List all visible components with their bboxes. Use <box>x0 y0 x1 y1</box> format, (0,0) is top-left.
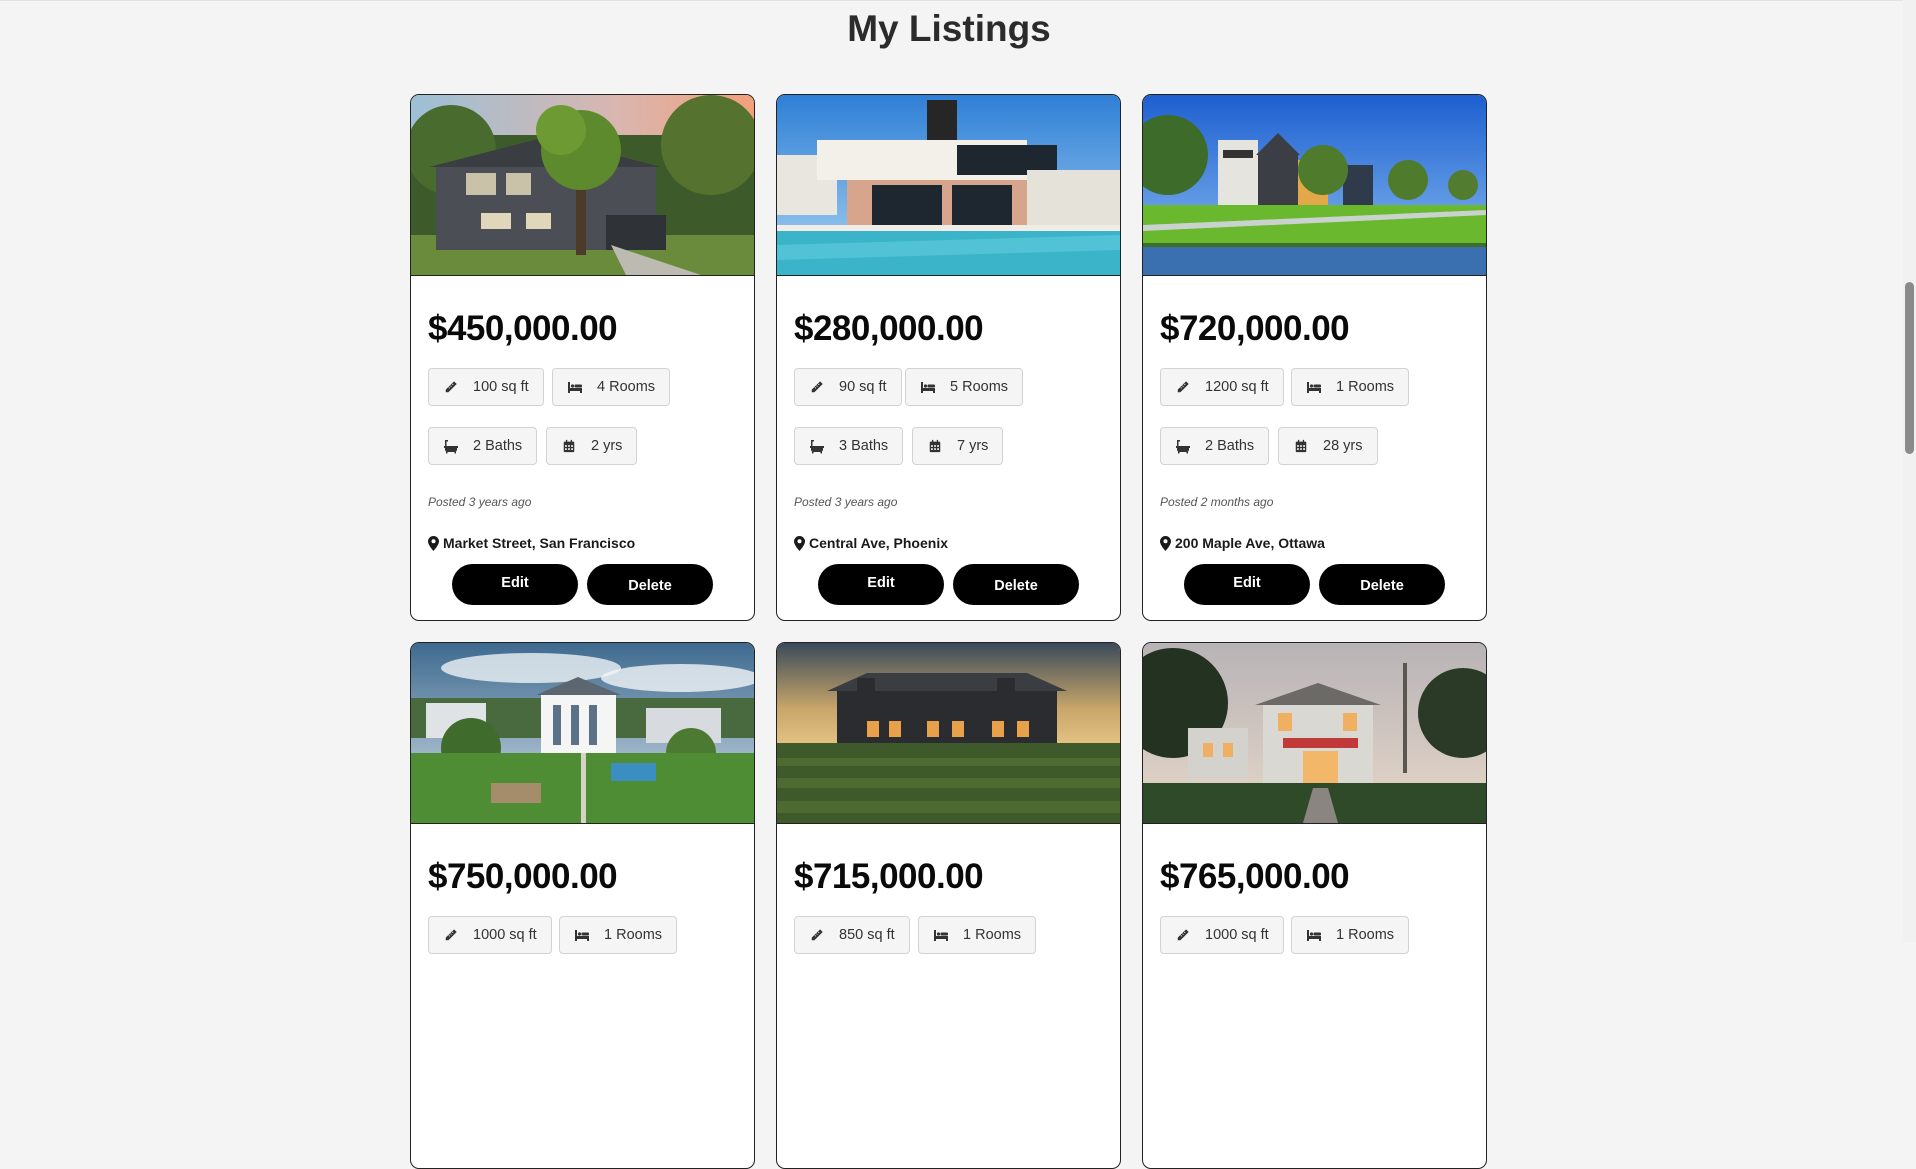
listing-image <box>1143 643 1486 824</box>
area-chip: 1000 sq ft <box>428 916 552 954</box>
edit-button[interactable]: Edit <box>452 564 578 605</box>
ruler-icon <box>809 927 825 943</box>
rooms-chip: 4 Rooms <box>552 368 671 406</box>
scrollbar-track[interactable] <box>1903 0 1916 942</box>
map-pin-icon <box>428 536 439 551</box>
listing-location: Market Street, San Francisco <box>428 535 635 551</box>
listing-card: $715,000.00 850 sq ft 1 Rooms <box>776 642 1121 1169</box>
bed-icon <box>574 927 590 943</box>
baths-chip: 2 Baths <box>428 427 538 465</box>
listing-card: $750,000.00 1000 sq ft 1 Rooms <box>410 642 755 1169</box>
area-value: 1000 sq ft <box>473 927 537 943</box>
area-value: 100 sq ft <box>473 379 529 395</box>
baths-value: 3 Baths <box>839 438 889 454</box>
area-value: 1200 sq ft <box>1205 379 1269 395</box>
area-chip: 100 sq ft <box>428 368 544 406</box>
ruler-icon <box>443 379 459 395</box>
listing-price: $750,000.00 <box>428 857 618 896</box>
posted-date: Posted 3 years ago <box>794 495 898 509</box>
age-chip: 2 yrs <box>546 427 638 465</box>
ruler-icon <box>1175 927 1191 943</box>
rooms-value: 1 Rooms <box>604 927 663 943</box>
age-value: 7 yrs <box>957 438 989 454</box>
age-chip: 28 yrs <box>1278 427 1378 465</box>
rooms-value: 1 Rooms <box>1336 927 1395 943</box>
rooms-value: 4 Rooms <box>597 379 656 395</box>
location-text: Central Ave, Phoenix <box>809 535 949 551</box>
calendar-icon <box>561 438 577 454</box>
rooms-chip: 1 Rooms <box>559 916 678 954</box>
bed-icon <box>920 379 936 395</box>
area-value: 1000 sq ft <box>1205 927 1269 943</box>
posted-date: Posted 3 years ago <box>428 495 532 509</box>
listing-image <box>777 95 1120 276</box>
area-chip: 850 sq ft <box>794 916 910 954</box>
bed-icon <box>1306 379 1322 395</box>
baths-value: 2 Baths <box>473 438 523 454</box>
listing-card: $280,000.00 90 sq ft 5 Rooms 3 Baths 7 y… <box>776 94 1121 621</box>
location-text: 200 Maple Ave, Ottawa <box>1175 535 1325 551</box>
listing-price: $720,000.00 <box>1160 309 1350 348</box>
scrollbar-thumb[interactable] <box>1905 282 1914 454</box>
age-value: 28 yrs <box>1323 438 1363 454</box>
baths-value: 2 Baths <box>1205 438 1255 454</box>
listing-image <box>777 643 1120 824</box>
baths-chip: 2 Baths <box>1160 427 1270 465</box>
baths-chip: 3 Baths <box>794 427 904 465</box>
bath-icon <box>1175 438 1191 454</box>
delete-button[interactable]: Delete <box>1319 564 1445 605</box>
listing-image <box>1143 95 1486 276</box>
listing-price: $765,000.00 <box>1160 857 1350 896</box>
area-chip: 1000 sq ft <box>1160 916 1284 954</box>
area-chip: 90 sq ft <box>794 368 902 406</box>
rooms-value: 1 Rooms <box>1336 379 1395 395</box>
listing-location: Central Ave, Phoenix <box>794 535 948 551</box>
listing-image <box>411 643 754 824</box>
map-pin-icon <box>1160 536 1171 551</box>
rooms-value: 1 Rooms <box>963 927 1022 943</box>
rooms-chip: 1 Rooms <box>1291 368 1410 406</box>
bath-icon <box>443 438 459 454</box>
bed-icon <box>1306 927 1322 943</box>
rooms-chip: 1 Rooms <box>1291 916 1410 954</box>
listing-price: $715,000.00 <box>794 857 984 896</box>
edit-button[interactable]: Edit <box>818 564 944 605</box>
location-text: Market Street, San Francisco <box>443 535 636 551</box>
bed-icon <box>933 927 949 943</box>
listing-price: $450,000.00 <box>428 309 618 348</box>
map-pin-icon <box>794 536 805 551</box>
rooms-chip: 5 Rooms <box>905 368 1024 406</box>
page-title: My Listings <box>847 8 1051 49</box>
area-value: 90 sq ft <box>839 379 887 395</box>
age-chip: 7 yrs <box>912 427 1004 465</box>
rooms-value: 5 Rooms <box>950 379 1009 395</box>
ruler-icon <box>443 927 459 943</box>
delete-button[interactable]: Delete <box>587 564 713 605</box>
listing-location: 200 Maple Ave, Ottawa <box>1160 535 1325 551</box>
posted-date: Posted 2 months ago <box>1160 495 1274 509</box>
area-chip: 1200 sq ft <box>1160 368 1284 406</box>
age-value: 2 yrs <box>591 438 623 454</box>
calendar-icon <box>1293 438 1309 454</box>
listing-card: $720,000.00 1200 sq ft 1 Rooms 2 Baths 2… <box>1142 94 1487 621</box>
listing-card: $450,000.00 100 sq ft 4 Rooms 2 Baths 2 … <box>410 94 755 621</box>
delete-button[interactable]: Delete <box>953 564 1079 605</box>
ruler-icon <box>1175 379 1191 395</box>
calendar-icon <box>927 438 943 454</box>
listing-image <box>411 95 754 276</box>
bath-icon <box>809 438 825 454</box>
listing-card: $765,000.00 1000 sq ft 1 Rooms <box>1142 642 1487 1169</box>
rooms-chip: 1 Rooms <box>918 916 1037 954</box>
edit-button[interactable]: Edit <box>1184 564 1310 605</box>
top-border <box>0 0 1904 1</box>
area-value: 850 sq ft <box>839 927 895 943</box>
bed-icon <box>567 379 583 395</box>
ruler-icon <box>809 379 825 395</box>
listing-price: $280,000.00 <box>794 309 984 348</box>
